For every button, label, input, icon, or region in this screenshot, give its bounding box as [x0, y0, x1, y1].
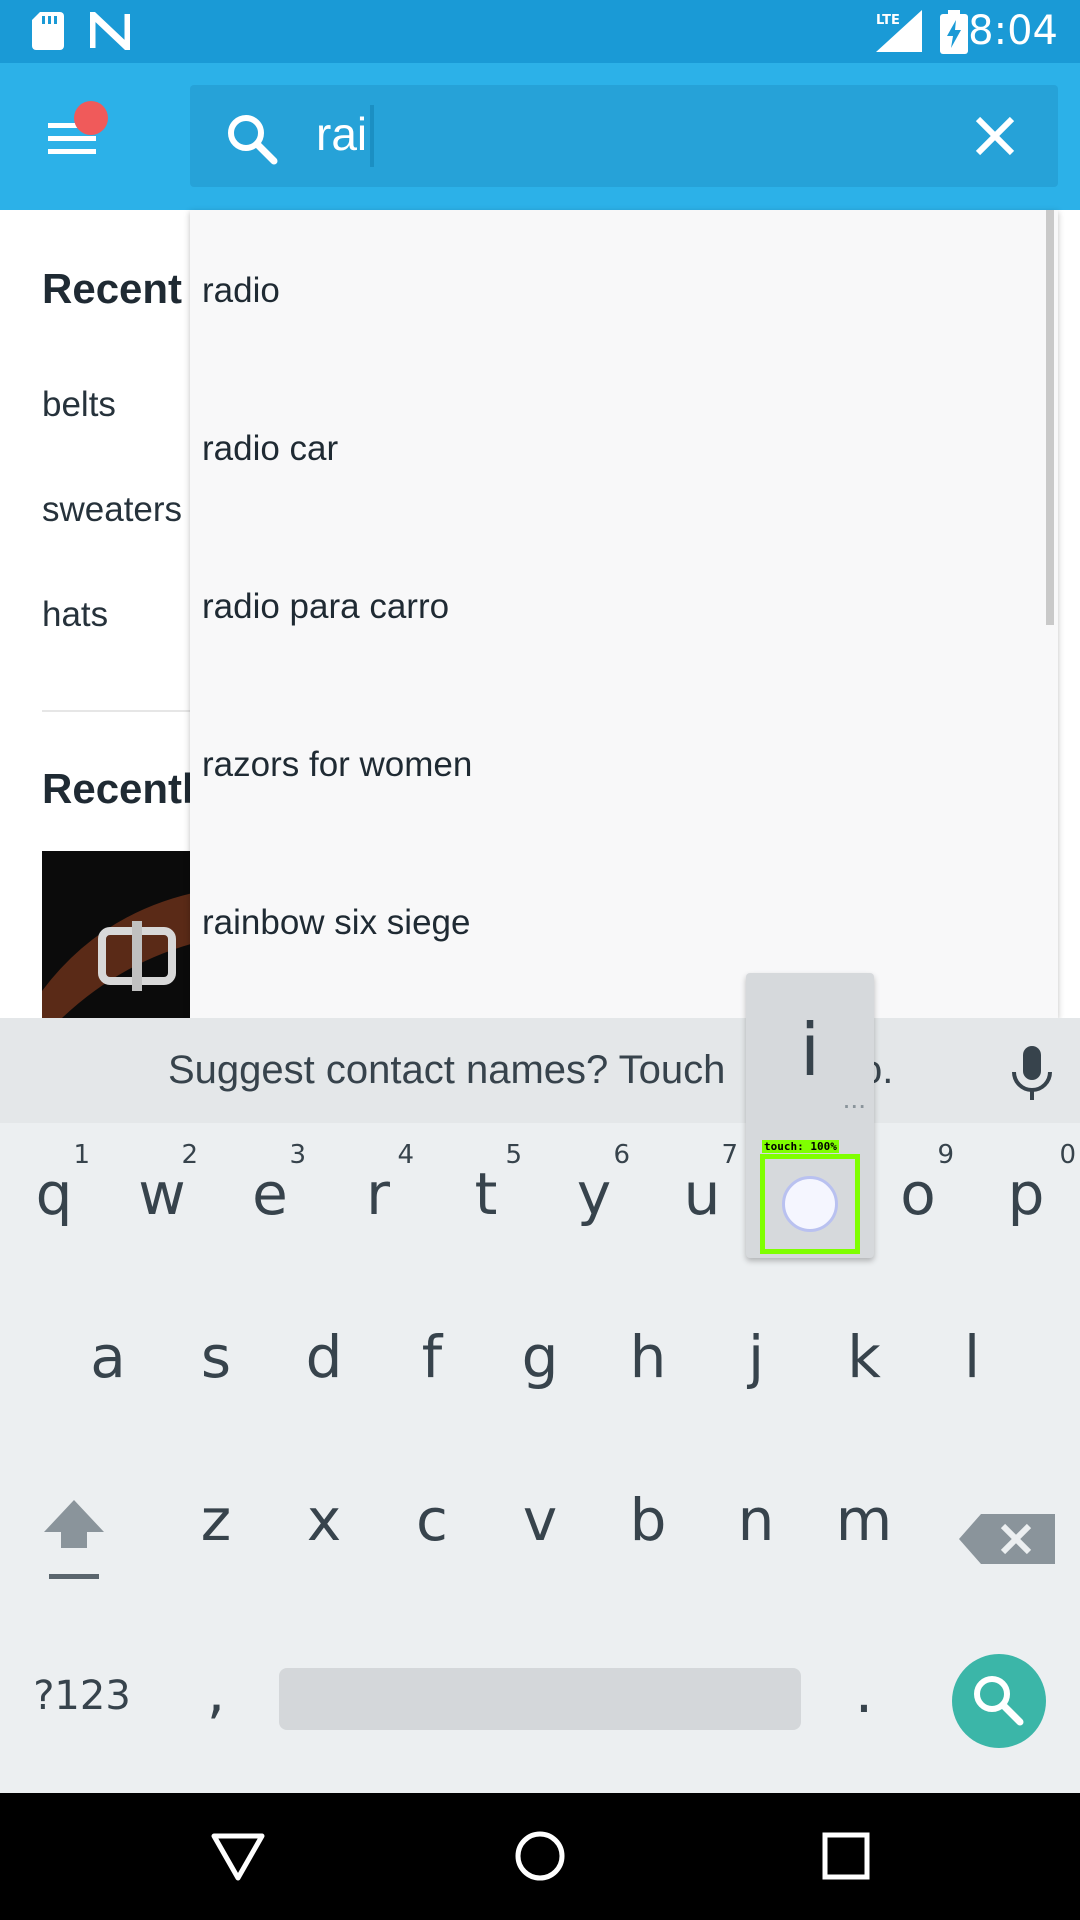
backspace-key[interactable]: [955, 1510, 1063, 1578]
text-caret: [370, 105, 374, 167]
key-e[interactable]: e3: [216, 1140, 324, 1228]
suggestions-dropdown: radio radio car radio para carro razors …: [190, 210, 1058, 1018]
home-button[interactable]: [512, 1828, 568, 1889]
key-p[interactable]: p0: [972, 1140, 1080, 1228]
app-bar: rai: [0, 63, 1080, 210]
key-w[interactable]: w2: [108, 1140, 216, 1228]
signal-icon: LTE: [876, 10, 922, 57]
battery-charging-icon: [940, 10, 968, 59]
clear-search-button[interactable]: [972, 113, 1018, 164]
touch-indicator-label: touch: 100%: [762, 1140, 839, 1153]
recent-search-item[interactable]: sweaters: [42, 490, 182, 530]
key-z[interactable]: z: [162, 1486, 270, 1554]
status-time: 8:04: [968, 8, 1058, 54]
search-enter-key[interactable]: [952, 1654, 1046, 1748]
key-k[interactable]: k: [810, 1323, 918, 1391]
key-s[interactable]: s: [162, 1323, 270, 1391]
period-key[interactable]: .: [810, 1658, 918, 1726]
search-icon: [974, 1676, 1024, 1726]
dropdown-scrollbar[interactable]: [1046, 210, 1054, 625]
home-icon: [515, 1831, 565, 1881]
key-q[interactable]: q1: [0, 1140, 108, 1228]
suggestion-item[interactable]: rainbow six siege: [202, 873, 1022, 973]
product-thumbnail[interactable]: [42, 851, 202, 1018]
n-logo-icon: [88, 5, 132, 57]
close-icon: [975, 116, 1015, 156]
key-u[interactable]: u7: [648, 1140, 756, 1228]
voice-input-button[interactable]: [1010, 1046, 1054, 1107]
key-g[interactable]: g: [486, 1323, 594, 1391]
keyboard-suggestion-strip[interactable]: Suggest contact names? Touch o.: [0, 1018, 1080, 1123]
suggestion-strip-text: Suggest contact names? Touch: [168, 1048, 726, 1092]
key-r[interactable]: r4: [324, 1140, 432, 1228]
recents-button[interactable]: [818, 1828, 874, 1889]
key-b[interactable]: b: [594, 1486, 702, 1554]
shift-key[interactable]: [20, 1496, 128, 1579]
search-input[interactable]: rai: [316, 107, 367, 161]
status-bar: LTE 8:04: [0, 0, 1080, 63]
soft-keyboard: Suggest contact names? Touch o. q1 w2 e3…: [0, 1018, 1080, 1793]
key-y[interactable]: y6: [540, 1140, 648, 1228]
suggestion-item[interactable]: radio car: [202, 399, 1022, 499]
key-m[interactable]: m: [810, 1486, 918, 1554]
comma-key[interactable]: ,: [162, 1658, 270, 1726]
key-t[interactable]: t5: [432, 1140, 540, 1228]
key-v[interactable]: v: [486, 1486, 594, 1554]
key-d[interactable]: d: [270, 1323, 378, 1391]
space-key[interactable]: [279, 1668, 801, 1730]
more-keys-indicator: ...: [842, 1083, 866, 1114]
recently-viewed-heading: Recentl: [42, 765, 194, 812]
sd-card-icon: [32, 12, 64, 55]
recent-search-item[interactable]: hats: [42, 595, 108, 635]
key-f[interactable]: f: [378, 1323, 486, 1391]
key-j[interactable]: j: [702, 1323, 810, 1391]
suggestion-item[interactable]: razors for women: [202, 715, 1022, 815]
belt-image: [42, 851, 202, 1018]
key-preview-letter: i: [799, 1008, 820, 1092]
shift-icon: [44, 1500, 104, 1579]
key-n[interactable]: n: [702, 1486, 810, 1554]
symbols-key[interactable]: ?123: [22, 1673, 142, 1719]
recents-icon: [822, 1832, 870, 1880]
microphone-icon: [1012, 1046, 1052, 1100]
key-a[interactable]: a: [54, 1323, 162, 1391]
section-divider: [42, 710, 202, 712]
suggestion-item[interactable]: radio para carro: [202, 557, 1022, 657]
svg-text:LTE: LTE: [876, 13, 900, 28]
key-h[interactable]: h: [594, 1323, 702, 1391]
back-icon: [211, 1833, 265, 1881]
key-l[interactable]: l: [918, 1323, 1026, 1391]
key-c[interactable]: c: [378, 1486, 486, 1554]
touch-point: [782, 1176, 838, 1232]
recent-search-item[interactable]: belts: [42, 385, 116, 425]
suggestion-item[interactable]: radio: [202, 241, 1022, 341]
recent-searches-heading: Recent: [42, 265, 183, 312]
search-bar[interactable]: rai: [190, 85, 1058, 187]
back-button[interactable]: [210, 1828, 266, 1889]
backspace-icon: [959, 1514, 1055, 1564]
search-icon: [224, 111, 278, 170]
navigation-bar: [0, 1793, 1080, 1920]
notification-badge: [74, 101, 108, 135]
key-o[interactable]: o9: [864, 1140, 972, 1228]
key-x[interactable]: x: [270, 1486, 378, 1554]
